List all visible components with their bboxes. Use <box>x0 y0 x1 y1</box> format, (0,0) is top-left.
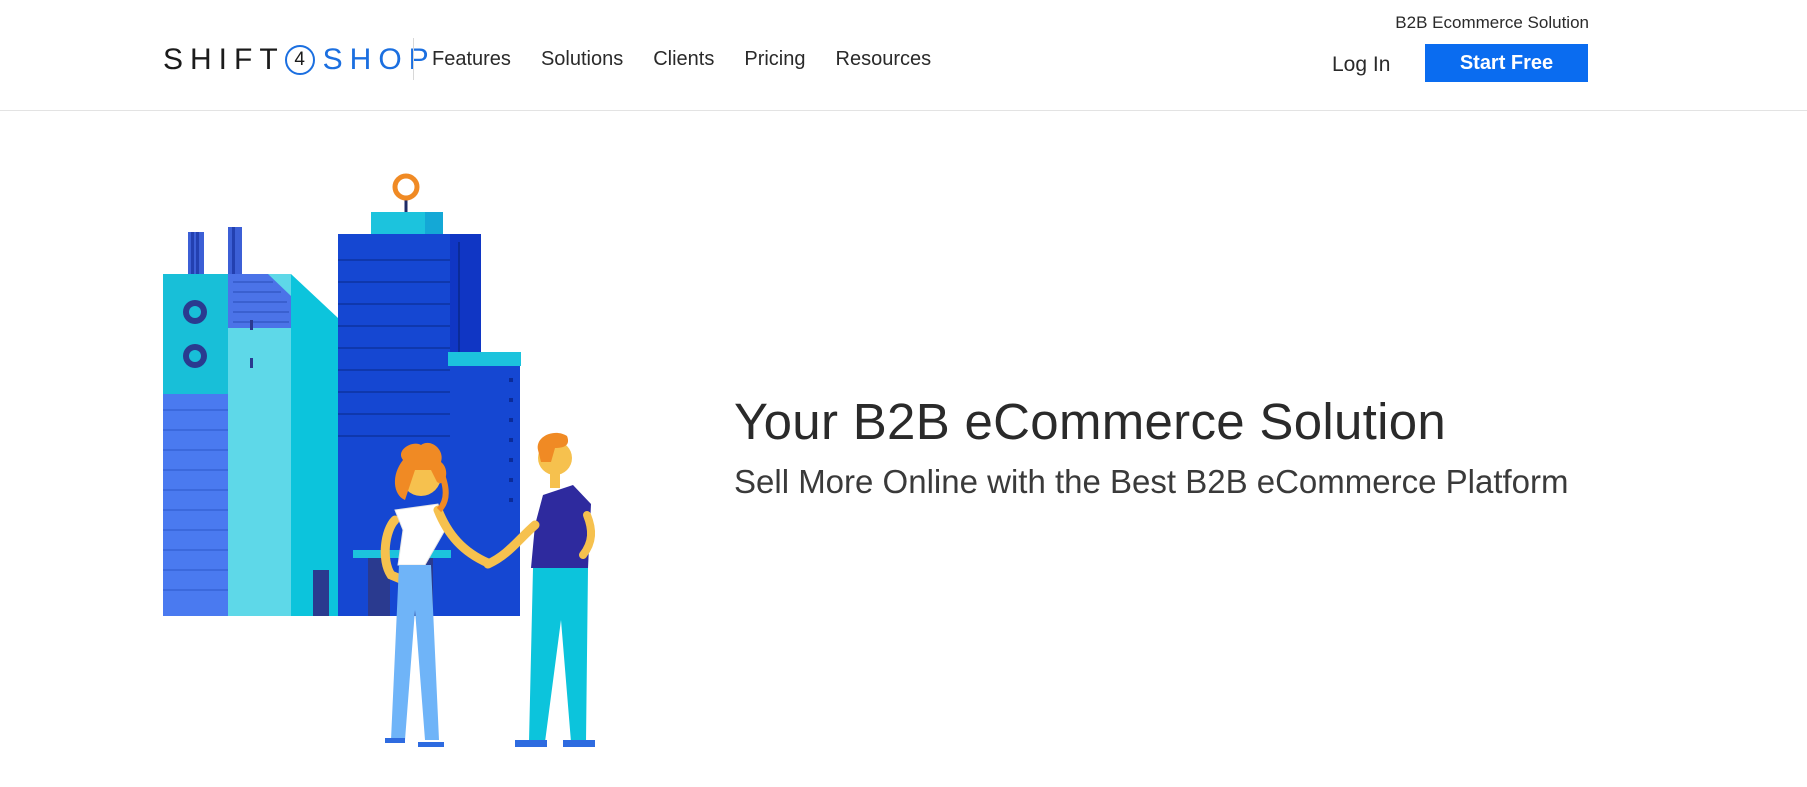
site-header: SHIFT 4 SHOP Features Solutions Clients … <box>0 0 1807 111</box>
logo-text-shift: SHIFT <box>163 43 285 76</box>
left-building-bottom <box>163 394 228 616</box>
nav-resources[interactable]: Resources <box>836 48 932 71</box>
antenna-ring <box>392 173 420 201</box>
shift4shop-logo[interactable]: SHIFT 4 SHOP <box>163 40 436 80</box>
start-free-button[interactable]: Start Free <box>1425 44 1588 82</box>
login-link[interactable]: Log In <box>1332 53 1390 77</box>
hero-title: Your B2B eCommerce Solution <box>734 393 1447 450</box>
logo-text-shop: SHOP <box>322 43 436 76</box>
nav-solutions[interactable]: Solutions <box>541 48 623 71</box>
nav-pricing[interactable]: Pricing <box>744 48 805 71</box>
hero-subtitle: Sell More Online with the Best B2B eComm… <box>734 463 1569 500</box>
nav-features[interactable]: Features <box>432 48 511 71</box>
cyan-slant-building <box>291 274 338 616</box>
logo-four-circle: 4 <box>284 45 315 75</box>
nav-clients[interactable]: Clients <box>653 48 714 71</box>
b2b-ecommerce-solution-link[interactable]: B2B Ecommerce Solution <box>1395 13 1589 33</box>
buildings-handshake-illustration <box>163 173 596 747</box>
main-nav: Features Solutions Clients Pricing Resou… <box>432 48 961 71</box>
left-building-top <box>163 274 228 394</box>
logo-divider <box>413 38 414 80</box>
